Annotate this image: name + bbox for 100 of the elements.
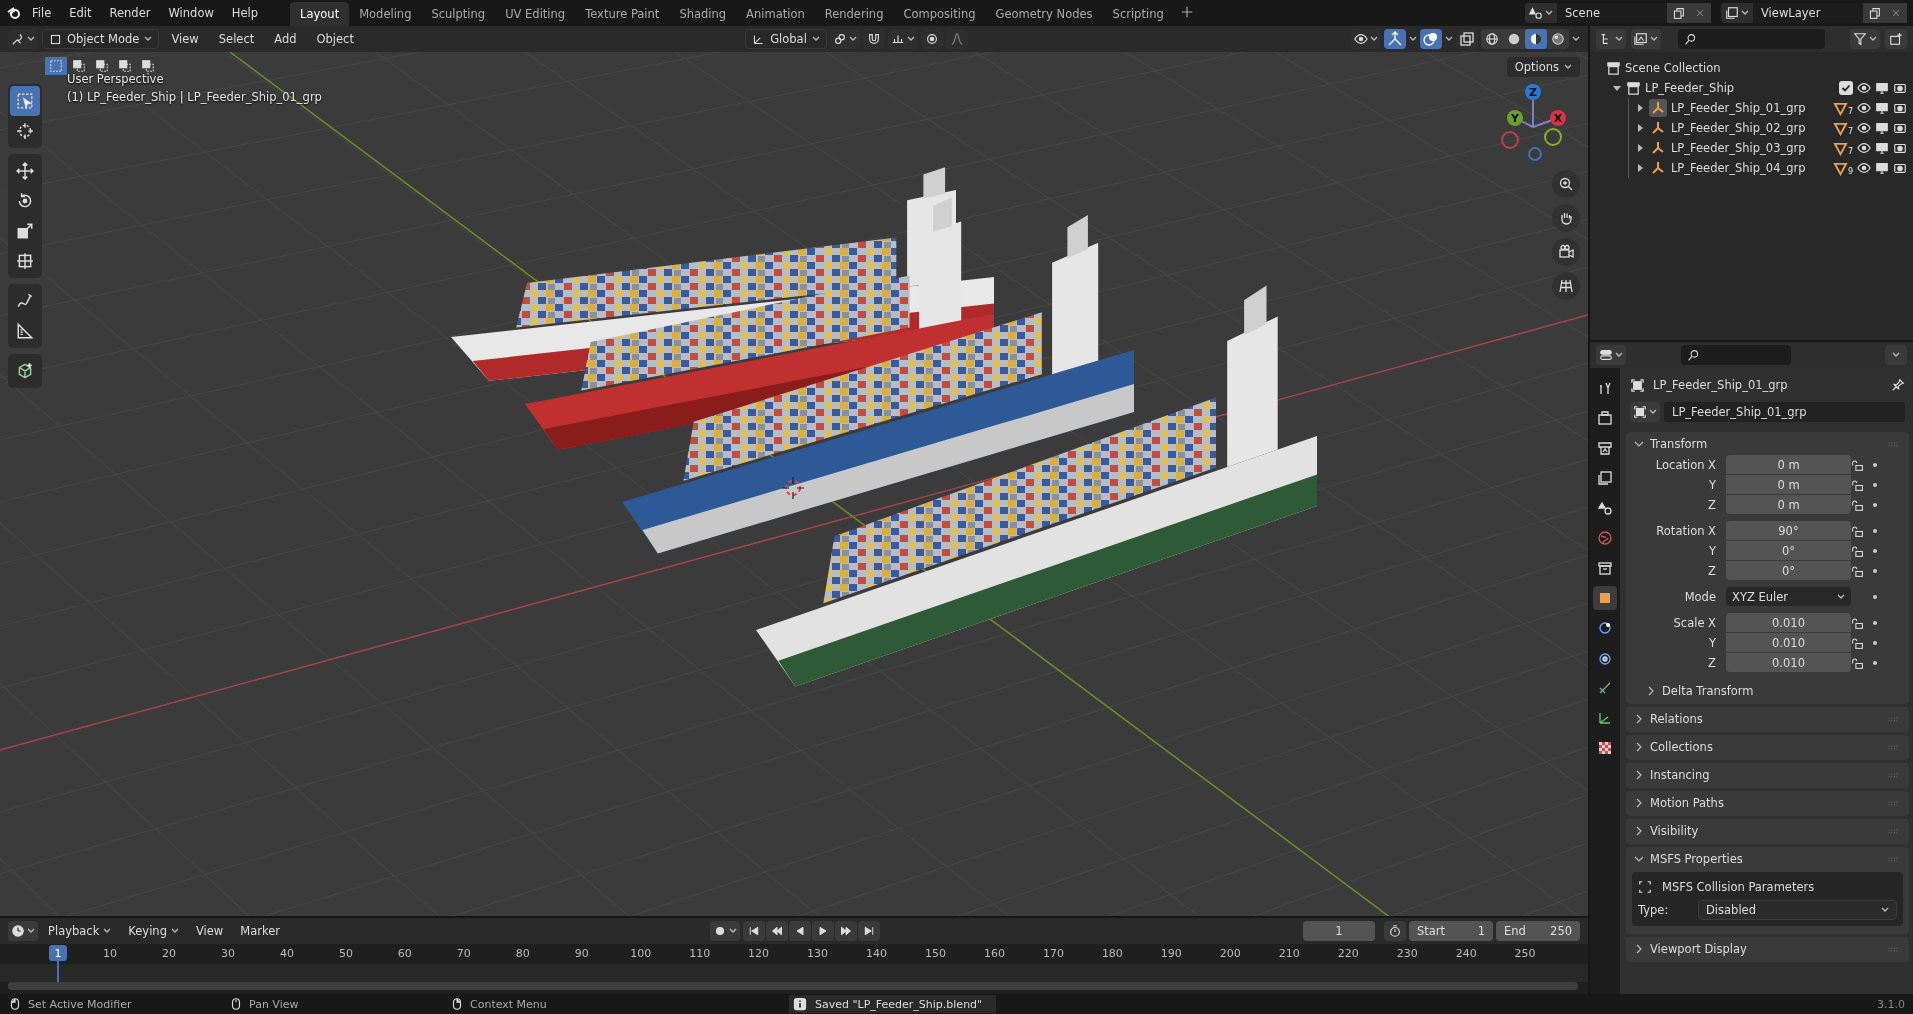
value-field[interactable]: 0° xyxy=(1726,541,1851,560)
prev-keyframe-button[interactable] xyxy=(766,921,788,941)
monitor-icon[interactable] xyxy=(1875,141,1889,155)
duplicate-button[interactable] xyxy=(1667,3,1689,23)
value-field[interactable]: 0 m xyxy=(1726,455,1851,474)
properties-tab[interactable] xyxy=(1593,586,1617,610)
keyframe-dot[interactable] xyxy=(1873,661,1877,665)
workspace-tab[interactable]: Scripting xyxy=(1102,2,1174,26)
keyframe-dot[interactable] xyxy=(1873,529,1877,533)
eye-icon[interactable] xyxy=(1857,121,1871,135)
workspace-tab[interactable]: Modeling xyxy=(349,2,422,26)
menu-item[interactable]: Playback xyxy=(41,921,119,941)
shading-button[interactable] xyxy=(1525,29,1547,49)
record-button[interactable] xyxy=(710,921,740,941)
display-mode-button[interactable] xyxy=(1596,29,1626,49)
workspace-tab[interactable]: Geometry Nodes xyxy=(985,2,1103,26)
viewport-toggle-button[interactable] xyxy=(1420,29,1442,49)
menu-item[interactable]: Keying xyxy=(121,921,186,941)
menu-item[interactable]: Marker xyxy=(233,921,287,941)
editor-type-button[interactable] xyxy=(8,29,38,49)
lock-icon[interactable] xyxy=(1851,636,1864,650)
panel-header[interactable]: MSFS Properties xyxy=(1650,851,1743,866)
chevron-right-icon[interactable] xyxy=(1634,741,1644,752)
outliner-item[interactable]: LP_Feeder_Ship xyxy=(1645,81,1735,95)
lock-icon[interactable] xyxy=(1851,458,1864,472)
scrollbar[interactable] xyxy=(8,982,1578,990)
play-reverse-button[interactable] xyxy=(789,921,811,941)
outliner-item[interactable]: Scene Collection xyxy=(1625,61,1721,75)
pin-icon[interactable] xyxy=(1891,378,1905,392)
panel-header[interactable]: Transform xyxy=(1650,436,1708,451)
value-field[interactable]: 0.010 xyxy=(1726,653,1851,672)
object-name-field[interactable]: LP_Feeder_Ship_01_grp xyxy=(1664,402,1905,422)
current-frame-field[interactable]: 1 xyxy=(1303,921,1375,941)
monitor-icon[interactable] xyxy=(1875,161,1889,175)
menu-item[interactable]: View xyxy=(188,921,231,941)
chevron-right-icon[interactable] xyxy=(1634,943,1644,954)
keyframe-dot[interactable] xyxy=(1873,483,1877,487)
collision-type-dropdown[interactable]: Disabled xyxy=(1698,900,1897,920)
value-field[interactable]: 0° xyxy=(1726,561,1851,580)
workspace-tab[interactable]: Layout xyxy=(290,2,350,26)
menu-item[interactable]: Window xyxy=(160,3,222,23)
eye-icon[interactable] xyxy=(1857,81,1871,95)
new-collection-button[interactable] xyxy=(1885,29,1907,49)
menu-item[interactable]: Select xyxy=(210,29,263,49)
workspace-tab[interactable]: Animation xyxy=(736,2,815,26)
rotation-mode-dropdown[interactable]: XYZ Euler xyxy=(1726,587,1851,606)
workspace-tab[interactable]: Sculpting xyxy=(421,2,496,26)
view-layer-field[interactable]: ViewLayer xyxy=(1753,3,1863,23)
viewport-toggle-button[interactable] xyxy=(1456,29,1478,49)
value-field[interactable]: 0.010 xyxy=(1726,633,1851,652)
scene-picker[interactable] xyxy=(1525,3,1557,23)
lock-icon[interactable] xyxy=(1851,478,1864,492)
snap-target-button[interactable] xyxy=(887,29,918,49)
keyframe-dot[interactable] xyxy=(1873,503,1877,507)
keyframe-dot[interactable] xyxy=(1873,463,1877,467)
eye-icon[interactable] xyxy=(1857,141,1871,155)
add-workspace-icon[interactable] xyxy=(1179,5,1194,19)
menu-item[interactable]: Help xyxy=(223,3,267,23)
proportional-edit-button[interactable] xyxy=(920,29,943,49)
search-field[interactable] xyxy=(1678,29,1825,49)
subpanel-header[interactable]: Delta Transform xyxy=(1662,683,1754,698)
chevron-right-icon[interactable] xyxy=(1634,797,1644,808)
lock-icon[interactable] xyxy=(1851,656,1864,670)
menu-item[interactable]: Edit xyxy=(61,3,100,23)
checkbox[interactable] xyxy=(1839,81,1853,95)
view-layer-picker[interactable] xyxy=(1721,3,1753,23)
playhead[interactable]: 1 xyxy=(49,945,67,961)
chevron-right-icon[interactable] xyxy=(1646,685,1656,696)
camera-icon[interactable] xyxy=(1893,121,1907,135)
outliner-item[interactable]: LP_Feeder_Ship_02_grp xyxy=(1670,121,1806,135)
outliner-item[interactable]: LP_Feeder_Ship_01_grp xyxy=(1670,101,1806,115)
camera-icon[interactable] xyxy=(1893,141,1907,155)
menu-item[interactable]: View xyxy=(163,29,207,49)
lock-icon[interactable] xyxy=(1851,564,1864,578)
workspace-tab[interactable]: Rendering xyxy=(814,2,894,26)
outliner-item[interactable]: LP_Feeder_Ship_04_grp xyxy=(1670,161,1806,175)
camera-icon[interactable] xyxy=(1893,101,1907,115)
keyframe-dot[interactable] xyxy=(1873,595,1877,599)
end-frame-field[interactable]: End 250 xyxy=(1496,921,1580,941)
next-keyframe-button[interactable] xyxy=(835,921,857,941)
lock-icon[interactable] xyxy=(1851,616,1864,630)
value-field[interactable]: 0 m xyxy=(1726,475,1851,494)
keyframe-dot[interactable] xyxy=(1873,549,1877,553)
object-browse-button[interactable] xyxy=(1630,402,1660,422)
scene-field[interactable]: Scene xyxy=(1557,3,1667,23)
menu-item[interactable]: Add xyxy=(266,29,305,49)
eye-icon[interactable] xyxy=(1857,101,1871,115)
camera-icon[interactable] xyxy=(1893,161,1907,175)
workspace-tab[interactable]: Texture Paint xyxy=(575,2,670,26)
panel-header[interactable]: Motion Paths xyxy=(1650,795,1724,810)
camera-icon[interactable] xyxy=(1893,81,1907,95)
perspective-toggle-button[interactable] xyxy=(1552,272,1580,300)
panel-header[interactable]: Instancing xyxy=(1650,767,1710,782)
eye-icon[interactable] xyxy=(1857,161,1871,175)
expanded-arrow-icon[interactable] xyxy=(1612,83,1622,93)
mode-dropdown[interactable]: Object Mode xyxy=(42,29,160,49)
lock-icon[interactable] xyxy=(1851,544,1864,558)
outliner-item[interactable]: LP_Feeder_Ship_03_grp xyxy=(1670,141,1806,155)
blender-logo-icon[interactable] xyxy=(6,5,22,21)
editor-type-button[interactable] xyxy=(8,921,38,941)
